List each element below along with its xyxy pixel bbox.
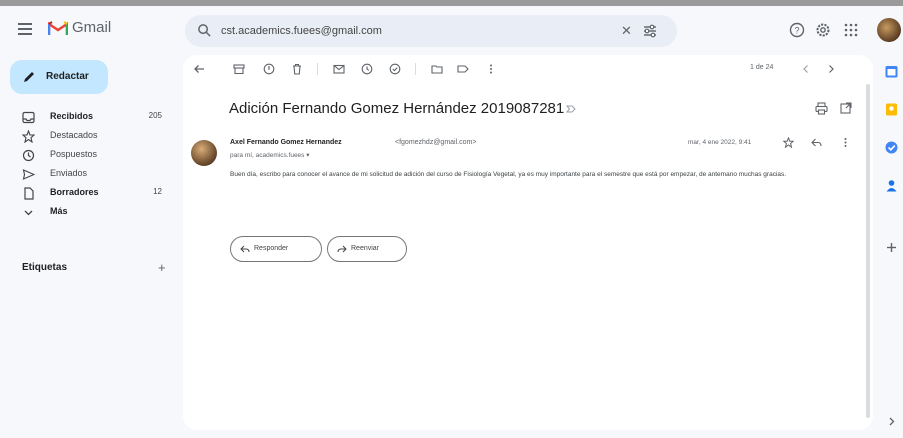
sidebar-item-inbox[interactable]: Recibidos 205 [0, 108, 176, 127]
calendar-icon[interactable] [884, 64, 899, 79]
compose-label: Redactar [46, 71, 89, 82]
toolbar-divider [415, 63, 416, 75]
labels-header: Etiquetas [22, 262, 68, 273]
sender-email: <fgomezhdz@gmail.com> [395, 139, 477, 146]
open-in-new-window-icon[interactable] [840, 102, 852, 114]
search-bar: ✕ [185, 15, 677, 47]
sidebar-item-more[interactable]: Más [0, 203, 176, 222]
sidebar-item-snoozed[interactable]: Pospuestos [0, 146, 176, 165]
add-addon-plus-icon[interactable] [884, 240, 899, 255]
label-tag-icon[interactable] [457, 63, 469, 75]
sidebar-item-starred[interactable]: Destacados [0, 127, 176, 146]
chevron-left-icon[interactable] [800, 63, 812, 75]
mark-unread-icon[interactable] [333, 63, 345, 75]
recipient-details[interactable]: para mí, academics.fuees ▾ [230, 151, 310, 159]
clock-icon [22, 149, 35, 162]
draft-icon [24, 187, 34, 200]
sidebar-item-label: Más [50, 206, 68, 216]
sidebar-nav: Recibidos 205 Destacados Pospuestos Envi… [0, 108, 176, 222]
svg-text:?: ? [794, 26, 799, 36]
report-spam-icon[interactable] [263, 63, 275, 75]
sidebar-item-label: Pospuestos [50, 149, 98, 159]
message-more-icon[interactable] [840, 137, 851, 148]
chevron-down-icon [24, 210, 33, 216]
back-arrow-icon[interactable] [193, 63, 205, 75]
message-body: Buen día, escribo para conocer el avance… [230, 171, 787, 178]
reply-icon[interactable] [811, 137, 822, 148]
sidebar-item-sent[interactable]: Enviados [0, 165, 176, 184]
forward-label: Reenviar [351, 245, 380, 252]
message-scrollbar[interactable] [866, 84, 870, 418]
message-view: 1 de 24 Adición Fernando Gomez Hernández… [183, 55, 873, 430]
show-side-panel-chevron-icon[interactable] [884, 414, 899, 429]
inbox-icon [22, 111, 35, 124]
compose-button[interactable]: Redactar [10, 60, 108, 94]
message-date: mar, 4 ene 2022, 9:41 [688, 139, 752, 146]
search-input[interactable] [221, 21, 601, 41]
gmail-brand-text: Gmail [72, 19, 112, 36]
more-vert-icon[interactable] [485, 63, 497, 75]
clear-search-icon[interactable]: ✕ [621, 23, 632, 39]
gmail-logo[interactable] [48, 21, 68, 36]
apps-grid-icon[interactable] [843, 22, 859, 38]
pagination-count: 1 de 24 [750, 64, 774, 71]
archive-icon[interactable] [233, 63, 245, 75]
help-icon[interactable]: ? [789, 22, 805, 38]
toolbar-divider [317, 63, 318, 75]
sidebar-item-drafts[interactable]: Borradores 12 [0, 184, 176, 203]
reply-button[interactable]: Responder [230, 236, 322, 262]
drafts-count: 12 [153, 187, 162, 196]
pencil-icon [24, 72, 34, 82]
reply-label: Responder [254, 245, 289, 252]
sidebar-item-label: Recibidos [50, 111, 94, 121]
search-options-icon[interactable] [643, 24, 657, 38]
tasks-icon[interactable] [884, 140, 899, 155]
add-label-button[interactable]: + [158, 260, 166, 275]
important-marker-icon[interactable] [566, 104, 576, 114]
keep-notes-icon[interactable] [884, 102, 899, 117]
sidebar-item-label: Borradores [50, 187, 99, 197]
reply-arrow-icon [240, 245, 250, 253]
forward-arrow-icon [337, 245, 347, 253]
unread-count: 205 [148, 111, 162, 120]
contacts-icon[interactable] [884, 178, 899, 193]
add-task-icon[interactable] [389, 63, 401, 75]
settings-gear-icon[interactable] [815, 22, 831, 38]
sidebar-item-label: Destacados [50, 130, 98, 140]
send-icon [22, 169, 35, 180]
main-menu-button[interactable] [18, 23, 32, 35]
app-header: Gmail ✕ ? [0, 6, 903, 56]
sender-name[interactable]: Axel Fernando Gomez Hernandez [230, 139, 342, 146]
message-toolbar: 1 de 24 [183, 55, 873, 83]
star-message-icon[interactable] [783, 137, 794, 148]
search-icon[interactable] [197, 23, 212, 38]
move-to-icon[interactable] [431, 63, 443, 75]
message-subject: Adición Fernando Gomez Hernández 2019087… [229, 100, 565, 117]
sidebar-item-label: Enviados [50, 168, 88, 178]
chevron-right-icon[interactable] [825, 63, 837, 75]
trash-icon[interactable] [291, 63, 303, 75]
snooze-clock-icon[interactable] [361, 63, 373, 75]
account-avatar[interactable] [877, 18, 901, 42]
print-icon[interactable] [815, 102, 828, 115]
sender-avatar[interactable] [191, 140, 217, 166]
star-icon [22, 130, 35, 143]
forward-button[interactable]: Reenviar [327, 236, 407, 262]
